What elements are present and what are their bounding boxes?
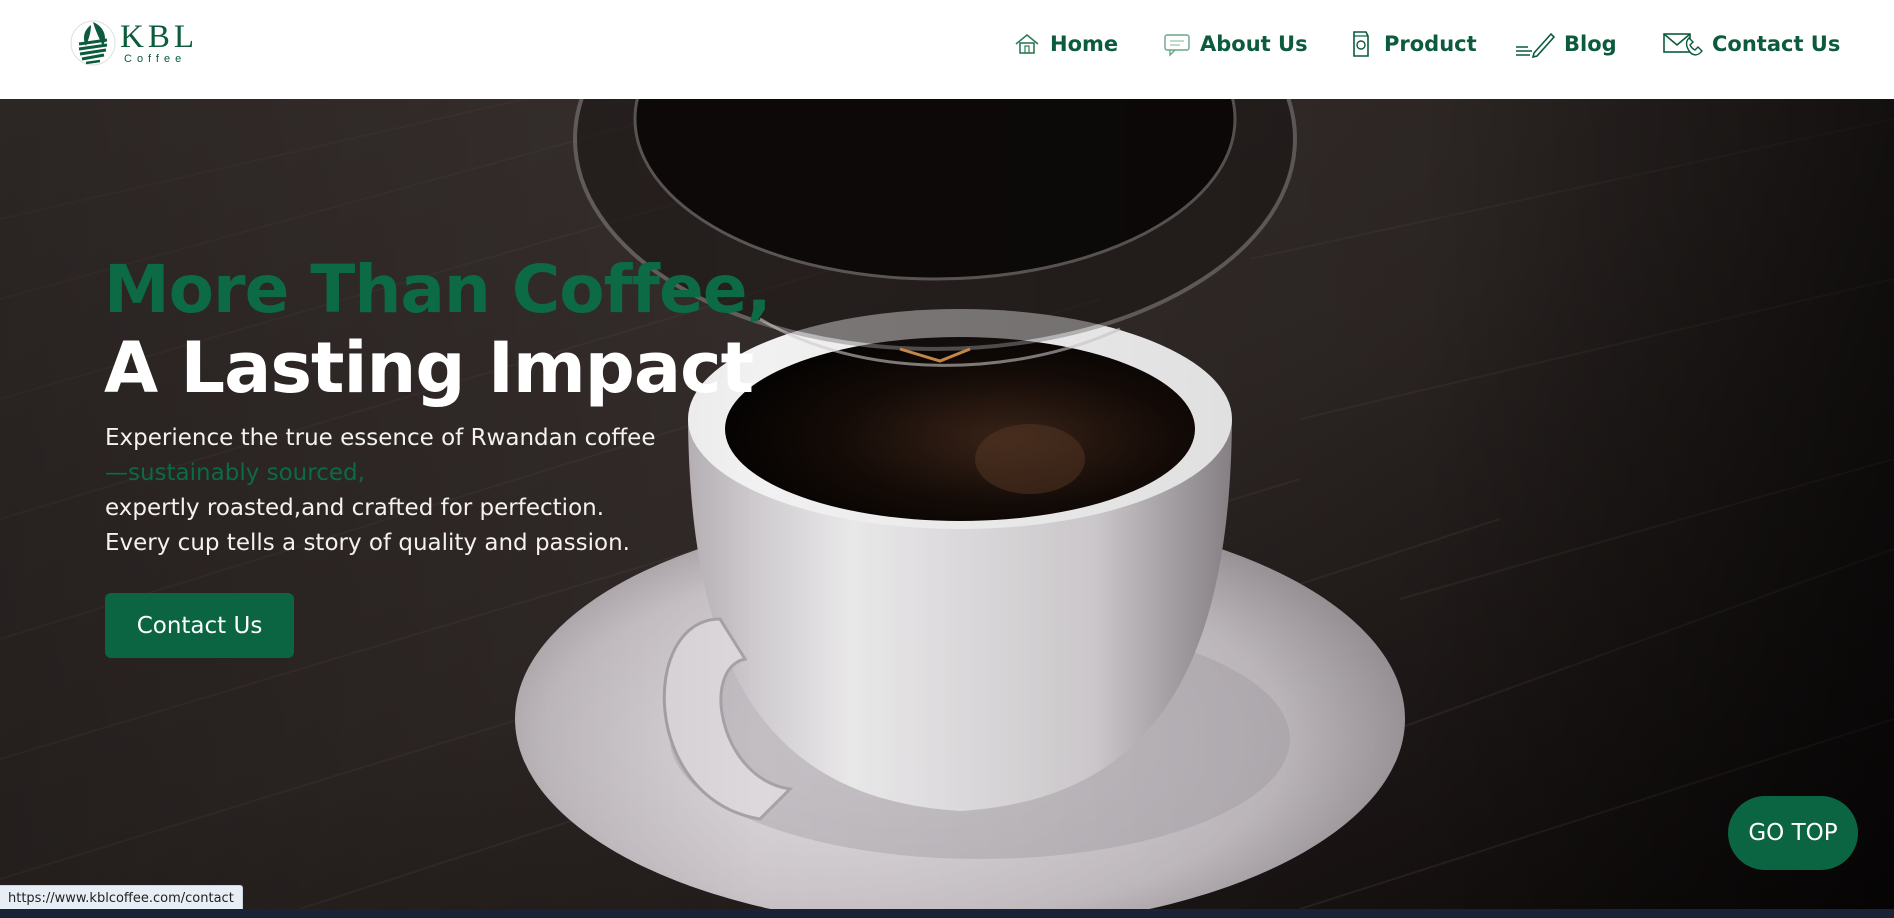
nav-home-label: Home: [1050, 32, 1119, 56]
taskbar: [0, 909, 1894, 918]
site-header: KBL Coffee Home About Us Product Blog Co…: [0, 0, 1894, 99]
hero-headline-green: More Than Coffee,: [104, 251, 772, 328]
go-top-button[interactable]: GO TOP: [1728, 796, 1858, 870]
pencil-icon: [1516, 32, 1556, 59]
nav-blog-label: Blog: [1564, 32, 1617, 56]
nav-about-us[interactable]: About Us: [1162, 24, 1308, 64]
hero-line-3: expertly roasted,and crafted for perfect…: [105, 495, 605, 521]
home-icon: [1015, 33, 1039, 54]
hero-line-2: —sustainably sourced,: [105, 460, 365, 486]
status-bar-url: https://www.kblcoffee.com/contact: [0, 885, 243, 910]
nav-product[interactable]: Product: [1346, 24, 1477, 64]
main-nav: Home About Us Product Blog Contact Us: [0, 24, 1894, 64]
nav-contact-us-label: Contact Us: [1712, 32, 1841, 56]
hero-headline-white: A Lasting Impact: [104, 327, 754, 409]
chat-bubble-icon: [1164, 34, 1190, 57]
hero-section: More Than Coffee, A Lasting Impact Exper…: [0, 99, 1894, 909]
hero-line-4: Every cup tells a story of quality and p…: [105, 530, 630, 556]
nav-about-us-label: About Us: [1200, 32, 1308, 56]
nav-blog[interactable]: Blog: [1514, 24, 1617, 64]
nav-home[interactable]: Home: [1012, 24, 1118, 64]
hero-line-1: Experience the true essence of Rwandan c…: [105, 425, 656, 451]
envelope-phone-icon: [1663, 33, 1703, 56]
coffee-bag-icon: [1353, 31, 1369, 57]
nav-contact-us[interactable]: Contact Us: [1662, 24, 1840, 64]
nav-product-label: Product: [1384, 32, 1477, 56]
hero-contact-button[interactable]: Contact Us: [105, 593, 294, 658]
